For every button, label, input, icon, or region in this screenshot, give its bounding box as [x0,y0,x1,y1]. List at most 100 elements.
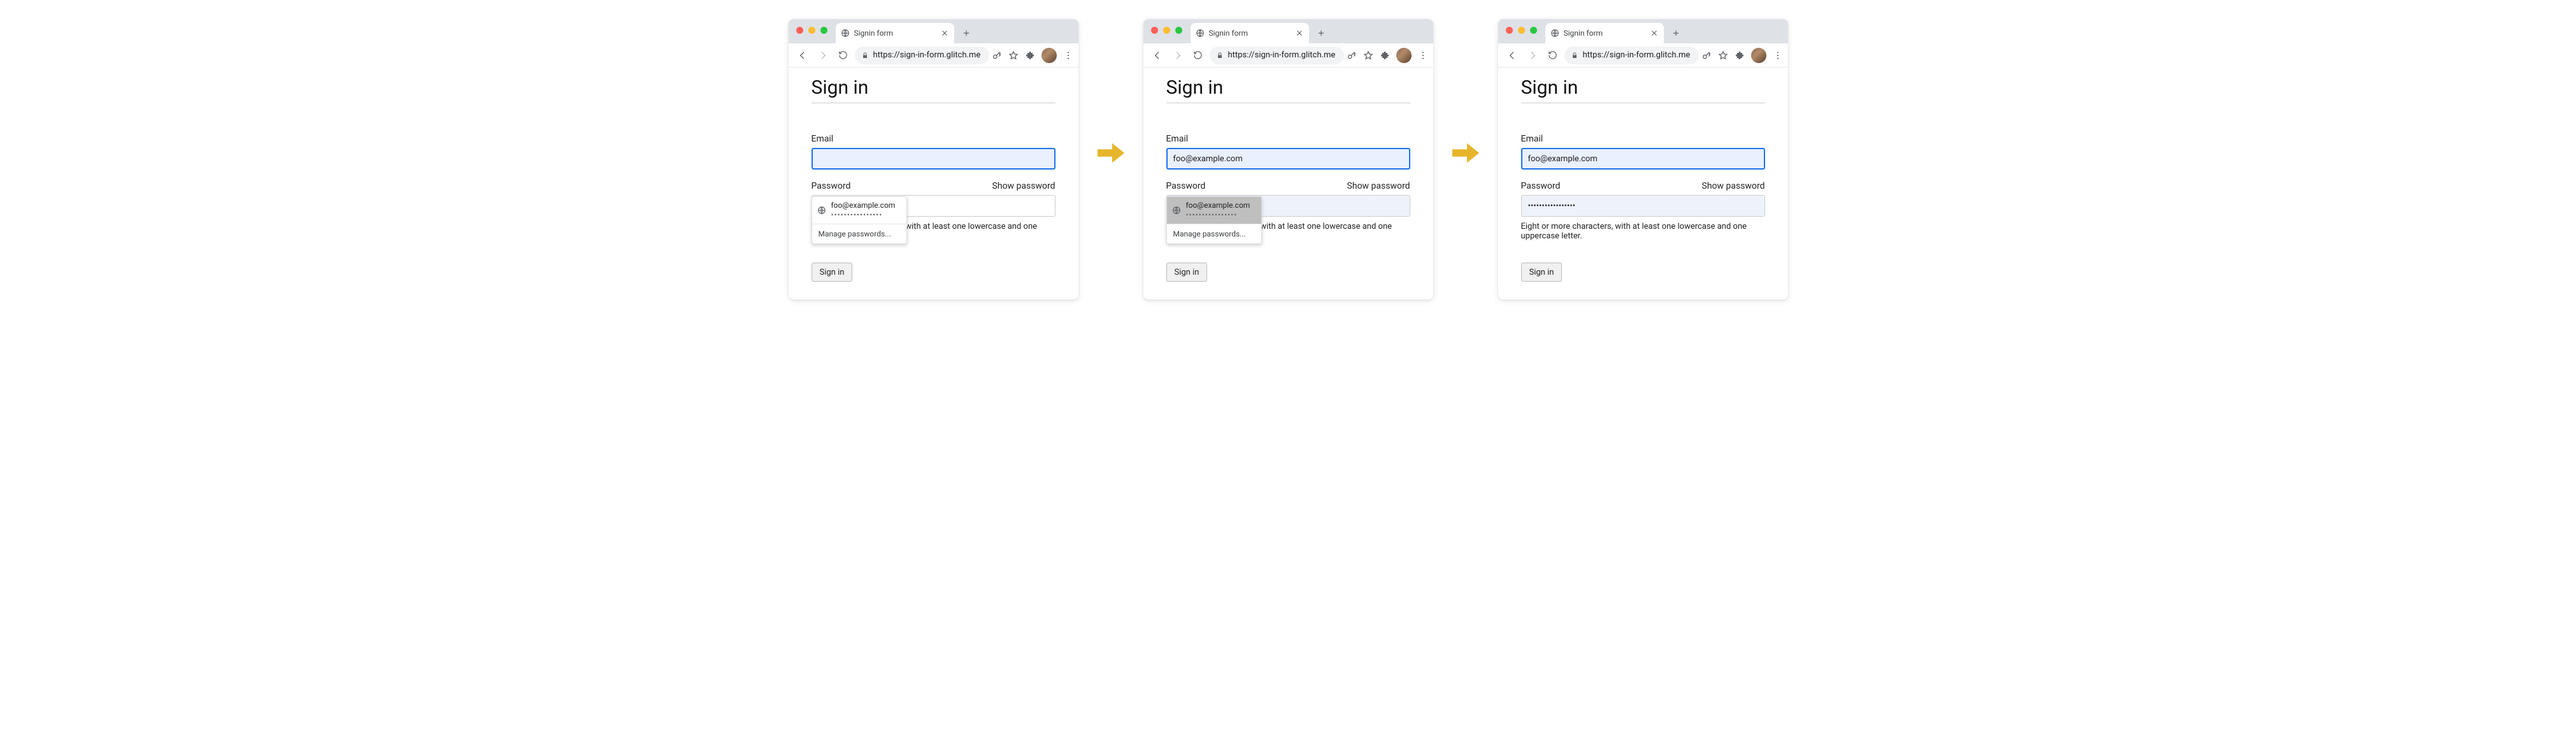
lock-icon [861,52,869,59]
arrow-right-icon [1451,138,1480,168]
globe-icon [1550,29,1559,38]
reload-button[interactable] [1189,47,1207,64]
signin-button[interactable]: Sign in [1521,263,1563,282]
star-icon[interactable] [1008,50,1019,61]
toolbar: https://sign-in-form.glitch.me [789,43,1078,68]
browser-tab[interactable]: Signin form [1545,23,1664,43]
show-password-toggle[interactable]: Show password [992,181,1055,191]
email-input[interactable]: foo@example.com [1521,148,1765,170]
extensions-icon[interactable] [1380,50,1390,61]
manage-passwords-link[interactable]: Manage passwords... [812,224,906,243]
back-button[interactable] [1148,47,1166,64]
url-text: https://sign-in-form.glitch.me [1228,50,1336,60]
autofill-email: foo@example.com [831,201,896,210]
reload-button[interactable] [834,47,852,64]
star-icon[interactable] [1363,50,1373,61]
email-label: Email [812,134,1055,144]
email-label: Email [1521,134,1765,144]
omnibox-actions [1701,48,1783,63]
flow-arrow [1451,19,1480,287]
password-value: ••••••••••••••••• [1528,201,1576,211]
profile-avatar[interactable] [1396,48,1412,63]
new-tab-button[interactable] [958,25,975,41]
close-window-button[interactable] [796,27,803,34]
window-controls [1151,27,1182,34]
show-password-toggle[interactable]: Show password [1347,181,1410,191]
autofill-suggestion[interactable]: foo@example.com •••••••••••••••• [1167,197,1261,224]
extensions-icon[interactable] [1025,50,1035,61]
maximize-window-button[interactable] [820,27,827,34]
close-window-button[interactable] [1151,27,1158,34]
address-bar[interactable]: https://sign-in-form.glitch.me [855,47,989,64]
tab-strip: Signin form [789,19,1078,43]
signin-button[interactable]: Sign in [1166,263,1208,282]
globe-icon [817,206,826,215]
autofill-email: foo@example.com [1186,201,1250,210]
browser-tab[interactable]: Signin form [836,23,954,43]
email-value: foo@example.com [1528,154,1598,164]
globe-icon [841,29,850,38]
forward-button[interactable] [1524,47,1542,64]
tab-title: Signin form [1209,29,1291,38]
lock-icon [1216,52,1224,59]
lock-icon [1571,52,1578,59]
forward-button[interactable] [1169,47,1187,64]
maximize-window-button[interactable] [1175,27,1182,34]
arrow-right-icon [1096,138,1126,168]
browser-window-3: Signin form https://sign-in-form.glitch.… [1498,19,1788,300]
back-button[interactable] [794,47,812,64]
minimize-window-button[interactable] [1518,27,1525,34]
kebab-menu-icon[interactable] [1418,50,1428,61]
window-controls [796,27,827,34]
password-label: Password [1166,181,1206,191]
browser-tab[interactable]: Signin form [1191,23,1309,43]
kebab-menu-icon[interactable] [1773,50,1783,61]
key-icon[interactable] [1701,50,1712,61]
reload-button[interactable] [1544,47,1562,64]
close-tab-icon[interactable] [1295,29,1304,38]
star-icon[interactable] [1718,50,1728,61]
page-content: Sign in Email foo@example.com Password S… [1498,68,1788,300]
autofill-suggestion[interactable]: foo@example.com •••••••••••••••• [812,197,906,224]
new-tab-button[interactable] [1313,25,1329,41]
password-input[interactable]: ••••••••••••••••• [1521,195,1765,217]
close-tab-icon[interactable] [940,29,949,38]
tab-title: Signin form [854,29,936,38]
password-label: Password [1521,181,1561,191]
page-content: Sign in Email foo@example.com Password S… [1143,68,1433,300]
close-tab-icon[interactable] [1650,29,1659,38]
profile-avatar[interactable] [1751,48,1766,63]
close-window-button[interactable] [1506,27,1513,34]
minimize-window-button[interactable] [808,27,815,34]
extensions-icon[interactable] [1735,50,1745,61]
kebab-menu-icon[interactable] [1063,50,1073,61]
forward-button[interactable] [814,47,832,64]
autofill-password-mask: •••••••••••••••• [831,210,896,220]
tab-strip: Signin form [1498,19,1788,43]
back-button[interactable] [1503,47,1521,64]
autofill-popup: foo@example.com •••••••••••••••• Manage … [812,196,907,244]
autofill-password-mask: •••••••••••••••• [1186,210,1250,220]
minimize-window-button[interactable] [1163,27,1170,34]
autofill-popup: foo@example.com •••••••••••••••• Manage … [1166,196,1262,244]
globe-icon [1196,29,1205,38]
key-icon[interactable] [992,50,1002,61]
show-password-toggle[interactable]: Show password [1702,181,1765,191]
profile-avatar[interactable] [1041,48,1057,63]
address-bar[interactable]: https://sign-in-form.glitch.me [1210,47,1344,64]
email-input[interactable] [812,148,1055,170]
email-value: foo@example.com [1173,154,1243,164]
manage-passwords-link[interactable]: Manage passwords... [1167,224,1261,243]
key-icon[interactable] [1347,50,1357,61]
email-input[interactable]: foo@example.com [1166,148,1410,170]
url-text: https://sign-in-form.glitch.me [873,50,981,60]
signin-button[interactable]: Sign in [812,263,853,282]
tab-strip: Signin form [1143,19,1433,43]
maximize-window-button[interactable] [1530,27,1537,34]
page-content: Sign in Email Password Show password Eig… [789,68,1078,300]
new-tab-button[interactable] [1668,25,1684,41]
url-text: https://sign-in-form.glitch.me [1583,50,1691,60]
address-bar[interactable]: https://sign-in-form.glitch.me [1564,47,1699,64]
password-hint: Eight or more characters, with at least … [1521,222,1765,241]
browser-window-1: Signin form https://sign-in-form.glitch.… [789,19,1078,300]
